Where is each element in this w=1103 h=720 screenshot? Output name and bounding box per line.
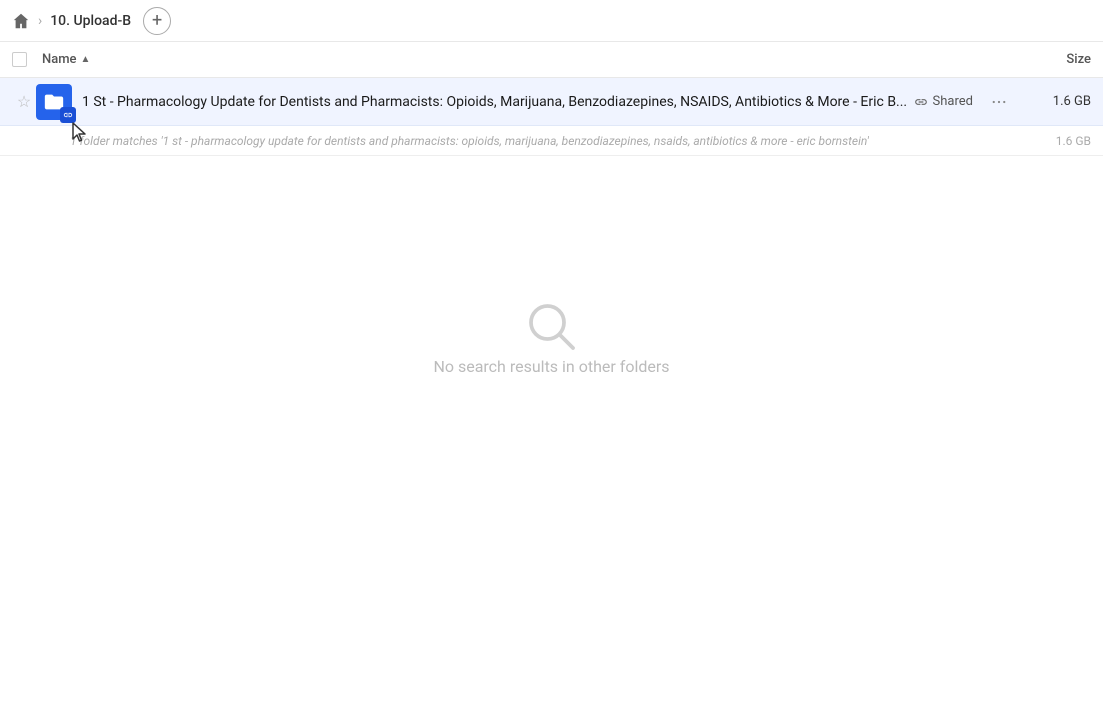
select-all-checkbox-wrapper[interactable] — [12, 52, 42, 67]
home-button[interactable] — [12, 12, 30, 30]
file-row[interactable]: ☆ 1 St - Pharmacology Update for Dentist… — [0, 78, 1103, 126]
breadcrumb-separator: › — [38, 13, 42, 29]
shared-label: Shared — [933, 94, 973, 109]
add-button[interactable]: + — [143, 7, 171, 35]
match-info-text: 1 folder matches '1 st - pharmacology up… — [70, 134, 1021, 148]
column-header-row: Name ▲ Size — [0, 42, 1103, 78]
empty-state-message: No search results in other folders — [433, 357, 669, 376]
size-column-header: Size — [1011, 52, 1091, 67]
shared-indicator: Shared — [914, 94, 973, 109]
empty-state: No search results in other folders — [0, 156, 1103, 516]
sort-arrow-icon: ▲ — [81, 54, 91, 65]
more-options-button[interactable] — [985, 93, 1013, 111]
empty-search-icon — [522, 297, 582, 357]
link-icon — [914, 95, 928, 109]
match-info-row: 1 folder matches '1 st - pharmacology up… — [0, 126, 1103, 156]
folder-icon-wrapper — [36, 84, 72, 120]
file-name[interactable]: 1 St - Pharmacology Update for Dentists … — [82, 94, 914, 110]
breadcrumb-bar: › 10. Upload-B + — [0, 0, 1103, 42]
name-column-header[interactable]: Name ▲ — [42, 52, 1011, 67]
name-column-label: Name — [42, 52, 77, 67]
match-info-size: 1.6 GB — [1021, 134, 1091, 148]
select-all-checkbox[interactable] — [12, 52, 27, 67]
star-button[interactable]: ☆ — [12, 92, 36, 111]
share-badge — [60, 107, 76, 123]
file-size: 1.6 GB — [1021, 94, 1091, 109]
breadcrumb-upload-b[interactable]: 10. Upload-B — [50, 13, 131, 29]
